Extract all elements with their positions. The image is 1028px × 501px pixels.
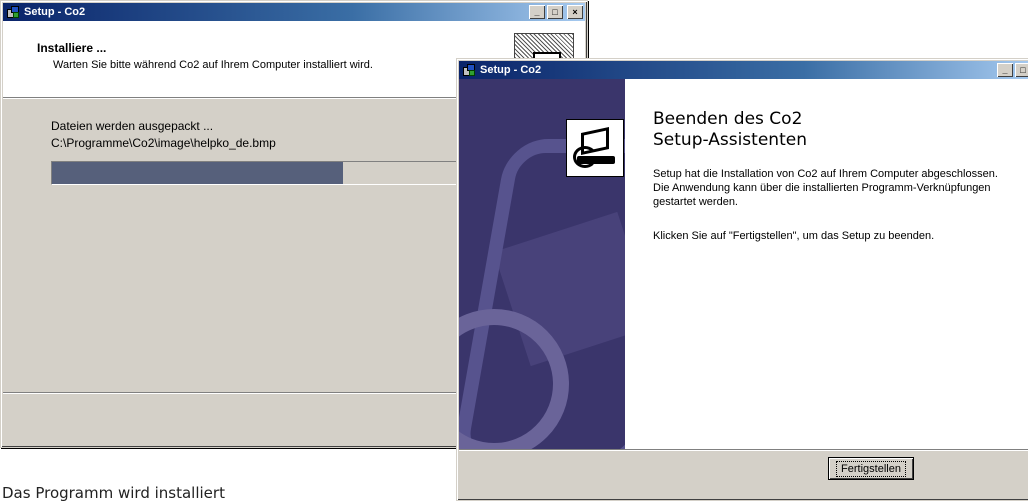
extract-status-text: Dateien werden ausgepackt ... — [51, 119, 214, 133]
wizard-content: Beenden des Co2 Setup-Assistenten Setup … — [625, 79, 1028, 449]
maximize-button[interactable]: □ — [547, 5, 563, 19]
current-file-path: C:\Programme\Co2\image\helpko_de.bmp — [51, 136, 276, 150]
finish-heading-line1: Beenden des Co2 — [653, 109, 803, 129]
close-button[interactable]: × — [567, 5, 583, 19]
window-titlebar[interactable]: Setup - Co2 _ □ × — [3, 3, 585, 21]
minimize-button[interactable]: _ — [529, 5, 545, 19]
setup-finished-window: Setup - Co2 _ □ Beenden des Co2 Setup-As… — [456, 58, 1028, 501]
computer-setup-icon — [566, 119, 624, 177]
finish-button-label: Fertigstellen — [836, 460, 906, 477]
window-title: Setup - Co2 — [24, 6, 86, 18]
footer-divider — [459, 449, 1028, 451]
maximize-button[interactable]: □ — [1015, 63, 1028, 77]
caption-text: Das Programm wird installiert — [2, 484, 225, 501]
minimize-button[interactable]: _ — [997, 63, 1013, 77]
install-progress-bar — [51, 161, 481, 185]
finish-heading-line2: Setup-Assistenten — [653, 130, 807, 150]
setup-app-icon — [462, 63, 476, 77]
header-title: Installiere ... — [37, 41, 107, 55]
window-title: Setup - Co2 — [480, 64, 542, 76]
finish-heading: Beenden des Co2 Setup-Assistenten — [653, 109, 807, 151]
header-subtitle: Warten Sie bitte während Co2 auf Ihrem C… — [53, 59, 373, 71]
finish-instruction: Klicken Sie auf "Fertigstellen", um das … — [653, 230, 935, 242]
finish-button[interactable]: Fertigstellen — [828, 457, 914, 480]
wizard-side-image — [459, 79, 625, 449]
finish-description: Setup hat die Installation von Co2 auf I… — [653, 168, 998, 208]
window-titlebar[interactable]: Setup - Co2 _ □ — [459, 61, 1028, 79]
setup-app-icon — [6, 5, 20, 19]
progress-fill — [52, 162, 344, 184]
